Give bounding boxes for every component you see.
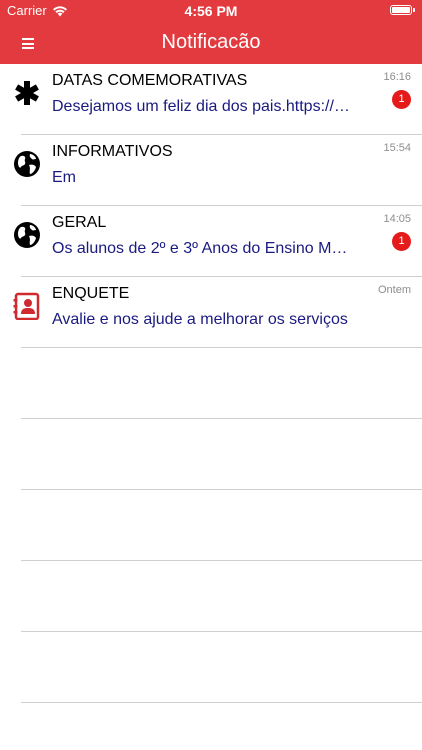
page-title: Notificacão bbox=[161, 31, 261, 53]
notification-title: DATAS COMEMORATIVAS bbox=[52, 72, 248, 89]
notification-row[interactable]: GERAL Os alunos de 2º e 3º Anos do Ensin… bbox=[0, 206, 422, 277]
contact-book-icon bbox=[13, 292, 40, 320]
empty-list-row bbox=[0, 348, 422, 419]
notification-message: Avalie e nos ajude a melhorar os serviço… bbox=[52, 311, 348, 328]
battery-icon bbox=[390, 5, 415, 15]
unread-badge: 1 bbox=[392, 90, 411, 109]
notification-title: ENQUETE bbox=[52, 285, 130, 302]
navigation-bar: Notificacão bbox=[0, 22, 422, 64]
globe-icon bbox=[14, 222, 40, 248]
status-time: 4:56 PM bbox=[184, 3, 238, 19]
notification-time: Ontem bbox=[377, 284, 411, 296]
empty-list-row bbox=[0, 561, 422, 632]
notification-title: INFORMATIVOS bbox=[52, 143, 173, 160]
notification-row[interactable]: DATAS COMEMORATIVAS Desejamos um feliz d… bbox=[0, 64, 422, 135]
asterisk-icon bbox=[15, 81, 39, 105]
notification-message: Em bbox=[52, 169, 76, 186]
status-bar: Carrier 4:56 PM bbox=[0, 0, 422, 22]
empty-list-row bbox=[0, 419, 422, 490]
empty-list-row bbox=[0, 632, 422, 703]
notification-title: GERAL bbox=[52, 214, 107, 231]
notification-time: 15:54 bbox=[383, 142, 411, 154]
globe-icon bbox=[14, 151, 40, 177]
notification-time: 16:16 bbox=[383, 71, 411, 83]
notification-message: Desejamos um feliz dia dos pais.https://… bbox=[52, 98, 354, 115]
unread-badge: 1 bbox=[392, 232, 411, 251]
notification-message: Os alunos de 2º e 3º Anos do Ensino Médi… bbox=[52, 240, 354, 257]
notification-row[interactable]: ENQUETE Avalie e nos ajude a melhorar os… bbox=[0, 277, 422, 348]
notification-list: DATAS COMEMORATIVAS Desejamos um feliz d… bbox=[0, 64, 422, 703]
notification-row[interactable]: INFORMATIVOS Em 15:54 bbox=[0, 135, 422, 206]
empty-list-row bbox=[0, 490, 422, 561]
notification-time: 14:05 bbox=[383, 213, 411, 225]
